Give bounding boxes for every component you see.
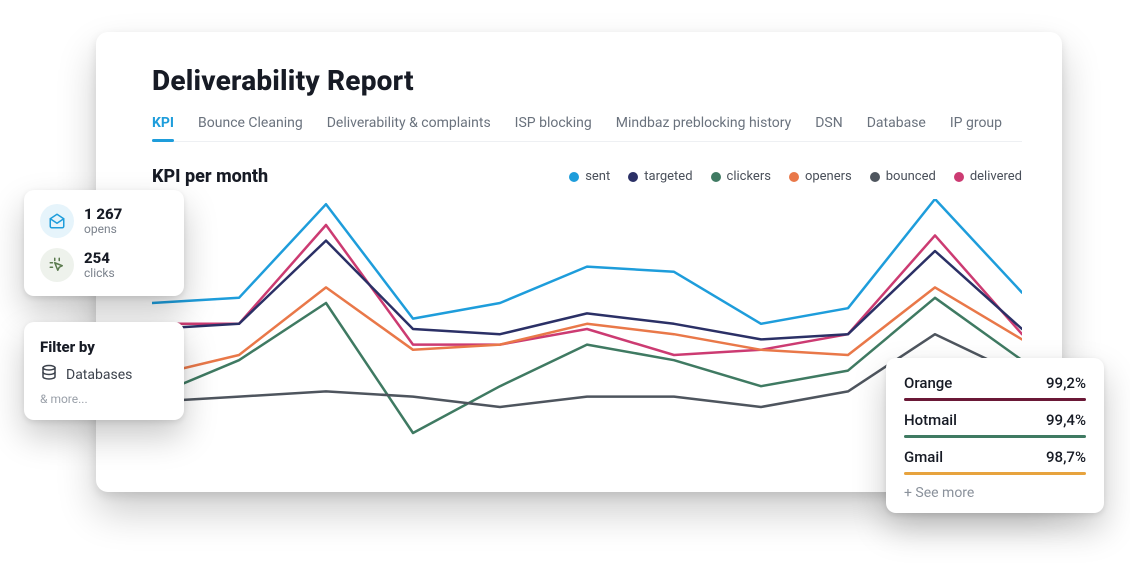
isp-row-gmail: Gmail 98,7% bbox=[904, 448, 1086, 475]
tab-deliverability-complaints[interactable]: Deliverability & complaints bbox=[327, 115, 491, 141]
cursor-click-icon bbox=[40, 248, 74, 282]
tabs-bar: KPI Bounce Cleaning Deliverability & compl… bbox=[152, 115, 1022, 142]
isp-card: Orange 99,2% Hotmail 99,4% Gmail 98,7% + See … bbox=[886, 358, 1104, 513]
isp-name: Hotmail bbox=[904, 411, 957, 429]
tab-kpi[interactable]: KPI bbox=[152, 115, 174, 141]
isp-row-orange: Orange 99,2% bbox=[904, 374, 1086, 401]
stats-card: 1 267 opens 254 clicks bbox=[24, 190, 184, 296]
legend-openers: openers bbox=[789, 169, 852, 184]
stat-clicks-value: 254 bbox=[84, 250, 115, 267]
filter-title: Filter by bbox=[40, 338, 168, 356]
legend-label: clickers bbox=[727, 169, 771, 184]
legend-label: sent bbox=[585, 169, 610, 184]
legend-targeted: targeted bbox=[628, 169, 692, 184]
legend-dot-icon bbox=[569, 172, 579, 182]
isp-row-hotmail: Hotmail 99,4% bbox=[904, 411, 1086, 438]
series-sent bbox=[152, 199, 1022, 324]
legend-dot-icon bbox=[628, 172, 638, 182]
tab-dsn[interactable]: DSN bbox=[815, 115, 843, 141]
legend-clickers: clickers bbox=[711, 169, 771, 184]
chart-header: KPI per month sent targeted clickers opener… bbox=[152, 166, 1022, 187]
legend-dot-icon bbox=[954, 172, 964, 182]
chart-legend: sent targeted clickers openers bounced delive… bbox=[569, 169, 1022, 184]
filter-more[interactable]: & more... bbox=[40, 392, 168, 406]
legend-label: bounced bbox=[886, 169, 936, 184]
legend-delivered: delivered bbox=[954, 169, 1022, 184]
chart-title: KPI per month bbox=[152, 166, 268, 187]
filter-item-label: Databases bbox=[66, 367, 132, 383]
tab-mindbaz-preblocking-history[interactable]: Mindbaz preblocking history bbox=[616, 115, 791, 141]
page-title: Deliverability Report bbox=[152, 64, 1022, 97]
isp-name: Orange bbox=[904, 374, 952, 392]
isp-bar bbox=[904, 435, 1086, 438]
legend-label: delivered bbox=[970, 169, 1022, 184]
isp-value: 99,4% bbox=[1046, 411, 1086, 429]
legend-bounced: bounced bbox=[870, 169, 936, 184]
isp-bar bbox=[904, 472, 1086, 475]
tab-isp-blocking[interactable]: ISP blocking bbox=[515, 115, 592, 141]
isp-bar bbox=[904, 398, 1086, 401]
legend-dot-icon bbox=[711, 172, 721, 182]
legend-dot-icon bbox=[789, 172, 799, 182]
tab-ip-group[interactable]: IP group bbox=[950, 115, 1002, 141]
legend-label: openers bbox=[805, 169, 852, 184]
legend-label: targeted bbox=[644, 169, 692, 184]
stat-opens-label: opens bbox=[84, 222, 122, 236]
legend-sent: sent bbox=[569, 169, 610, 184]
isp-value: 99,2% bbox=[1046, 374, 1086, 392]
tab-bounce-cleaning[interactable]: Bounce Cleaning bbox=[198, 115, 303, 141]
isp-see-more[interactable]: + See more bbox=[904, 485, 1086, 501]
filter-card: Filter by Databases & more... bbox=[24, 322, 184, 420]
stat-opens: 1 267 opens bbox=[40, 204, 168, 238]
stat-opens-value: 1 267 bbox=[84, 206, 122, 223]
stat-clicks: 254 clicks bbox=[40, 248, 168, 282]
isp-name: Gmail bbox=[904, 448, 943, 466]
filter-databases[interactable]: Databases bbox=[40, 364, 168, 386]
envelope-icon bbox=[40, 204, 74, 238]
database-icon bbox=[40, 364, 58, 386]
stat-clicks-label: clicks bbox=[84, 266, 115, 280]
isp-value: 98,7% bbox=[1046, 448, 1086, 466]
tab-database[interactable]: Database bbox=[867, 115, 926, 141]
legend-dot-icon bbox=[870, 172, 880, 182]
